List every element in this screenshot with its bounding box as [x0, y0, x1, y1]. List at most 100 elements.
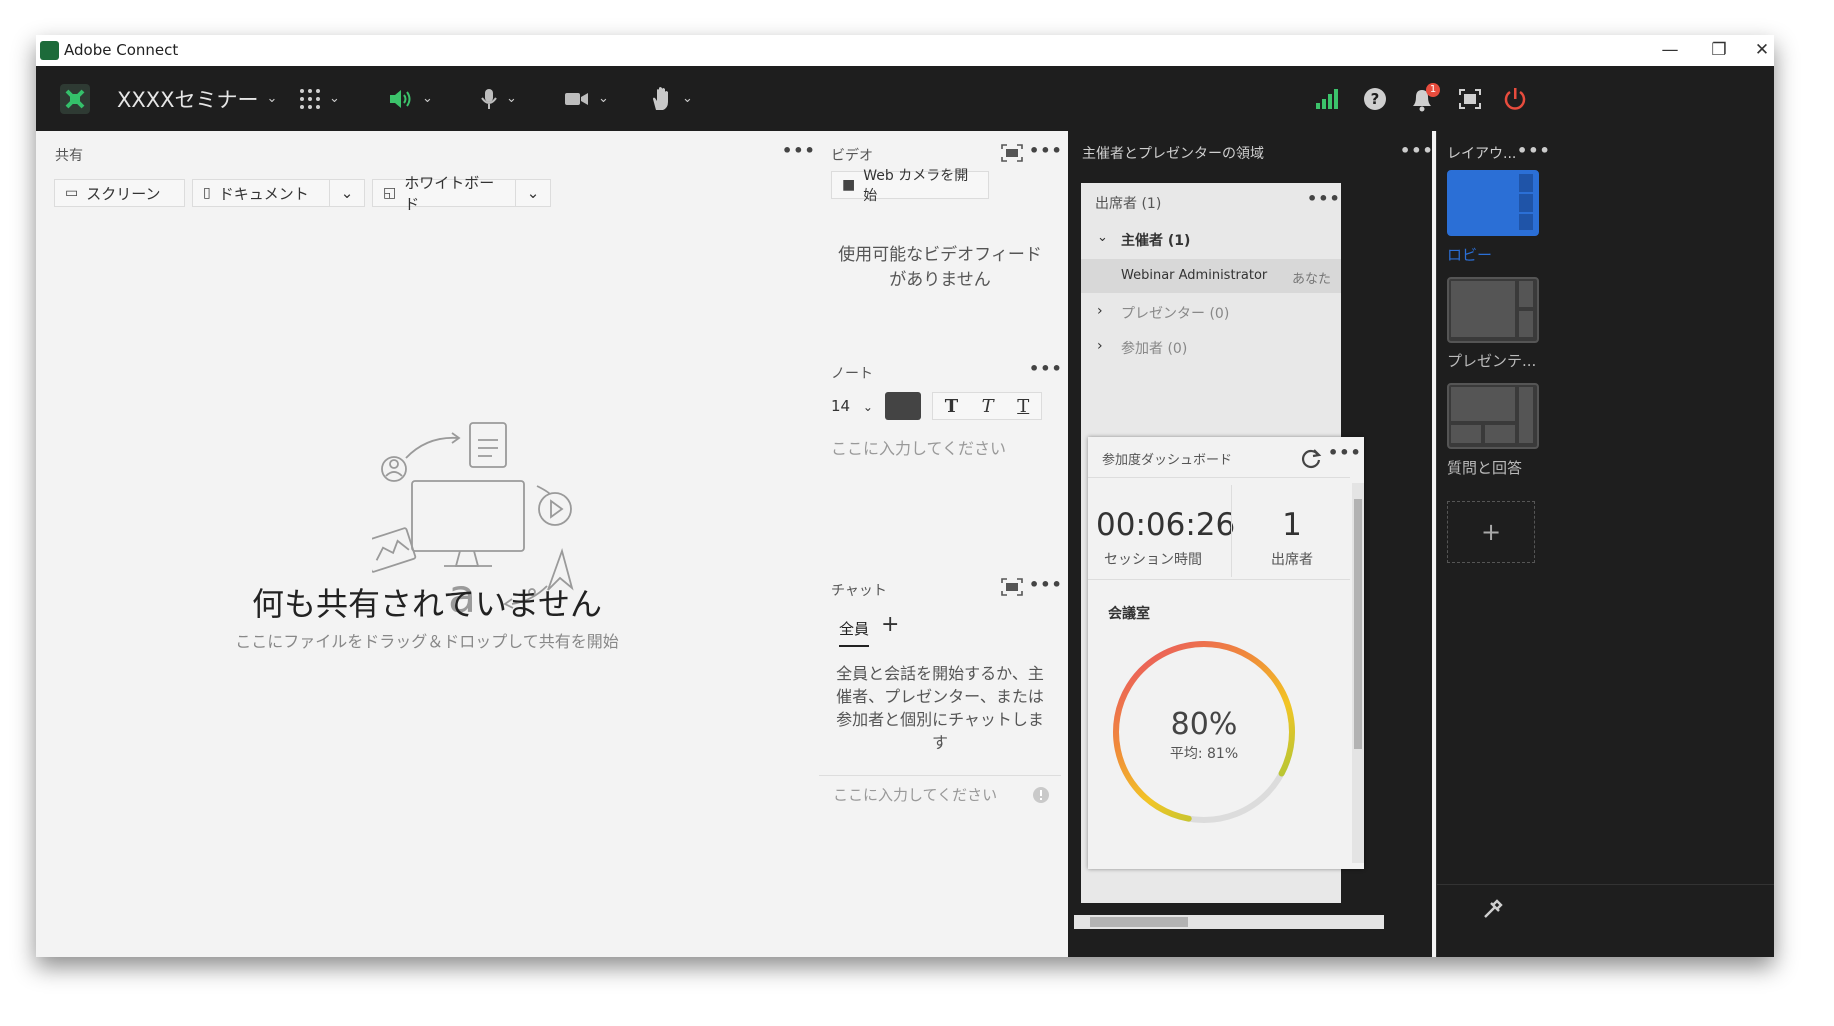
- add-layout-button[interactable]: +: [1447, 501, 1535, 563]
- italic-icon[interactable]: T: [982, 396, 994, 417]
- chevron-right-icon: ›: [1097, 338, 1103, 354]
- video-pod: ビデオ ••• ■ Web カメラを開始 使用可能なビデオフィードがありません: [819, 131, 1063, 343]
- chat-empty-text: 全員と会話を開始するか、主催者、プレゼンター、または参加者と個別にチャットします: [836, 664, 1044, 752]
- notes-pod-menu-icon[interactable]: •••: [1029, 359, 1063, 378]
- video-pod-menu-icon[interactable]: •••: [1029, 141, 1063, 160]
- engagement-percent: 80%: [1170, 707, 1238, 742]
- presenter-area-title: 主催者とプレゼンターの領域: [1082, 146, 1264, 162]
- svg-text:?: ?: [1371, 90, 1380, 108]
- camera-button[interactable]: ⌄: [564, 66, 609, 131]
- underline-icon[interactable]: T: [1017, 396, 1029, 417]
- help-icon: ?: [1364, 87, 1386, 110]
- help-button[interactable]: ?: [1363, 66, 1387, 131]
- chat-pod-title: チャット: [831, 583, 887, 599]
- bold-icon[interactable]: T: [945, 396, 958, 417]
- close-button[interactable]: ✕: [1742, 37, 1774, 63]
- add-chat-tab-button[interactable]: +: [881, 612, 899, 637]
- notes-input[interactable]: ここに入力してください: [831, 435, 1006, 459]
- whiteboard-icon: ◱: [383, 185, 397, 201]
- restore-button[interactable]: ❐: [1699, 37, 1739, 63]
- presenter-area-menu-icon[interactable]: •••: [1400, 141, 1434, 160]
- group-hosts[interactable]: ⌄ 主催者 (1): [1081, 228, 1341, 262]
- text-style-group: T T T: [932, 392, 1042, 420]
- chevron-down-icon: ⌄: [862, 400, 873, 414]
- share-whiteboard-button[interactable]: ◱ ホワイトボード: [372, 174, 516, 213]
- adobe-connect-icon: [60, 83, 90, 114]
- share-document-button[interactable]: ▯ ドキュメント: [192, 179, 330, 207]
- layout-thumb-lobby[interactable]: [1447, 170, 1539, 236]
- presenter-area-scrollbar[interactable]: [1074, 915, 1384, 929]
- chevron-down-icon: ⌄: [422, 91, 433, 106]
- signal-strength-icon: [1316, 88, 1338, 109]
- raise-hand-icon: [653, 86, 668, 110]
- minimize-button[interactable]: —: [1650, 37, 1690, 63]
- meeting-menu[interactable]: XXXXセミナー ⌄: [117, 66, 277, 131]
- notifications-button[interactable]: 1: [1409, 66, 1440, 131]
- share-document-label: ドキュメント: [218, 184, 309, 203]
- fullscreen-icon[interactable]: [1001, 578, 1023, 596]
- app-menu-button[interactable]: [58, 66, 92, 131]
- layout-label-lobby[interactable]: ロビー: [1447, 244, 1492, 265]
- attendee-name: Webinar Administrator: [1121, 268, 1268, 283]
- tools-icon[interactable]: [1481, 897, 1505, 921]
- dashboard-scrollbar[interactable]: [1352, 483, 1364, 863]
- apps-menu[interactable]: ⌄: [299, 66, 340, 131]
- chat-pod-menu-icon[interactable]: •••: [1029, 575, 1063, 594]
- share-whiteboard-dropdown[interactable]: ⌄: [515, 179, 551, 207]
- info-icon[interactable]: [1032, 786, 1050, 804]
- group-participants-label: 参加者 (0): [1121, 341, 1188, 357]
- layout-thumb-presentation[interactable]: [1447, 277, 1539, 343]
- chat-tab-all[interactable]: 全員: [839, 618, 870, 647]
- layouts-divider: [1437, 884, 1774, 885]
- chevron-down-icon: ⌄: [329, 91, 340, 106]
- engagement-divider: [1088, 477, 1350, 478]
- share-pod-menu-icon[interactable]: •••: [782, 141, 816, 160]
- document-icon: ▯: [203, 185, 211, 201]
- layouts-title: レイアウ...: [1447, 146, 1517, 162]
- session-time: 00:06:26: [1096, 507, 1236, 543]
- share-document-dropdown[interactable]: ⌄: [329, 179, 365, 207]
- fullscreen-icon[interactable]: [1001, 144, 1023, 162]
- share-screen-button[interactable]: ▭ スクリーン: [54, 179, 185, 207]
- text-color-swatch[interactable]: [885, 392, 921, 420]
- share-pod-title: 共有: [55, 148, 83, 164]
- attendee-you-tag: あなた: [1292, 272, 1332, 287]
- attendee-menu-icon[interactable]: •••: [1307, 189, 1341, 208]
- chevron-down-icon: ⌄: [506, 91, 517, 106]
- refresh-icon[interactable]: [1300, 447, 1322, 469]
- chevron-down-icon: ⌄: [1097, 230, 1108, 245]
- start-webcam-button[interactable]: ■ Web カメラを開始: [831, 168, 989, 204]
- speaker-icon: [390, 89, 411, 108]
- attendee-count: 1: [1282, 507, 1302, 543]
- layout-thumb-qa[interactable]: [1447, 383, 1539, 449]
- connection-status-button[interactable]: [1315, 66, 1339, 131]
- layouts-panel: レイアウ... ••• ロビー プレゼンテ... 質問と回答 +: [1436, 131, 1774, 957]
- raise-hand-button[interactable]: ⌄: [650, 66, 693, 131]
- layout-label-presentation[interactable]: プレゼンテ...: [1447, 350, 1536, 371]
- font-size-select[interactable]: 14 ⌄: [831, 397, 873, 415]
- chat-input[interactable]: ここに入力してください: [833, 784, 997, 805]
- video-camera-icon: [565, 92, 588, 105]
- group-presenters[interactable]: › プレゼンター (0): [1081, 301, 1341, 335]
- fullscreen-button[interactable]: [1458, 66, 1482, 131]
- engagement-menu-icon[interactable]: •••: [1328, 443, 1362, 462]
- scrollbar-thumb[interactable]: [1354, 499, 1362, 749]
- layouts-menu-icon[interactable]: •••: [1517, 141, 1551, 160]
- microphone-icon: [481, 88, 497, 109]
- engagement-title: 参加度ダッシュボード: [1102, 453, 1233, 468]
- end-meeting-button[interactable]: [1503, 66, 1527, 131]
- group-participants[interactable]: › 参加者 (0): [1081, 336, 1341, 370]
- speaker-button[interactable]: ⌄: [388, 66, 433, 131]
- microphone-button[interactable]: ⌄: [480, 66, 517, 131]
- presenter-area: 主催者とプレゼンターの領域 ••• 出席者 (1) ••• ⌄ 主催者 (1) …: [1068, 131, 1434, 957]
- share-empty-subtitle: ここにファイルをドラッグ＆ドロップして共有を開始: [235, 632, 619, 651]
- attendee-row[interactable]: Webinar Administrator あなた: [1081, 259, 1341, 293]
- notes-pod: ノート ••• 14 ⌄ T T T ここに入力してください: [819, 349, 1063, 564]
- chevron-down-icon: ⌄: [598, 91, 609, 106]
- layout-label-qa[interactable]: 質問と回答: [1447, 457, 1522, 478]
- scrollbar-thumb[interactable]: [1090, 917, 1188, 927]
- group-hosts-label: 主催者 (1): [1121, 233, 1191, 249]
- attendee-header: 出席者 (1): [1095, 196, 1162, 212]
- grid-icon: [300, 88, 320, 109]
- chat-pod: チャット ••• 全員 + 全員と会話を開始するか、主催者、プレゼンター、または…: [819, 570, 1063, 957]
